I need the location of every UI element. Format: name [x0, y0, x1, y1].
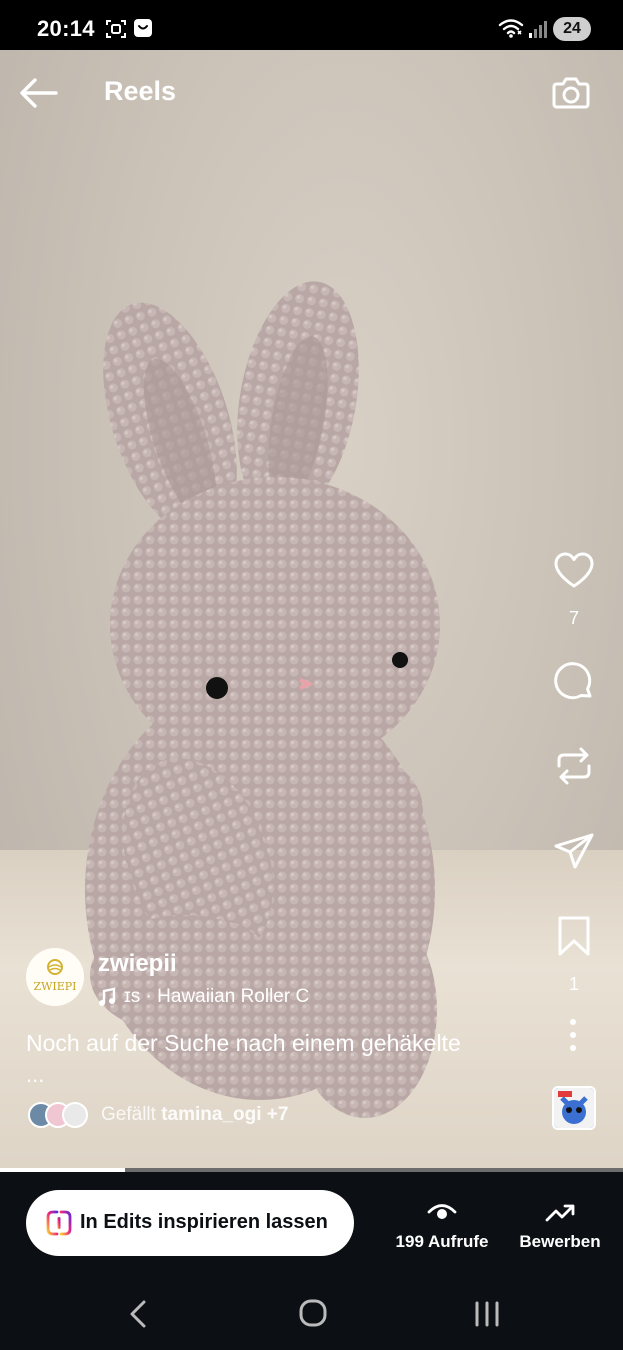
bookmark-icon[interactable]: [552, 914, 596, 958]
audio-track-label: ɪs · Hawaiian Roller C: [124, 986, 310, 1007]
reel-video[interactable]: [0, 50, 623, 1168]
profile-avatar[interactable]: ZWIEPI: [26, 948, 84, 1006]
liker-avatar: [62, 1102, 88, 1128]
eye-icon: [427, 1204, 457, 1219]
music-note-icon: [99, 987, 116, 1006]
status-bar: 20:14 24: [0, 0, 623, 50]
liked-by-prefix: Gefällt: [101, 1104, 156, 1125]
like-heart-icon[interactable]: [552, 548, 596, 592]
nav-recents-icon[interactable]: [472, 1300, 502, 1328]
views-stat[interactable]: 199 Aufrufe: [390, 1198, 494, 1252]
screenshot-icon: [106, 20, 126, 38]
wifi-icon: [498, 19, 524, 38]
audio-track[interactable]: ɪs · Hawaiian Roller C: [98, 986, 309, 1008]
nav-back-icon[interactable]: [124, 1298, 152, 1330]
boost-label: Bewerben: [519, 1232, 601, 1251]
system-navigation-bar: [0, 1280, 623, 1350]
camera-icon[interactable]: [551, 72, 591, 112]
more-options-icon[interactable]: [566, 1018, 580, 1052]
views-label: 199 Aufrufe: [395, 1232, 489, 1251]
edits-app-icon: [46, 1210, 72, 1236]
liked-by-user[interactable]: tamina_ogi: [161, 1104, 261, 1125]
edits-inspiration-button[interactable]: In Edits inspirieren lassen: [26, 1190, 354, 1256]
username[interactable]: zwiepii: [98, 950, 177, 978]
post-caption[interactable]: Noch auf der Suche nach einem gehäkelte: [26, 1028, 536, 1058]
share-send-icon[interactable]: [552, 830, 596, 874]
nav-home-icon[interactable]: [298, 1298, 328, 1328]
battery-indicator: 24: [553, 17, 591, 41]
status-time: 20:14: [37, 16, 95, 41]
saves-count: 1: [568, 974, 579, 994]
audio-thumbnail[interactable]: [552, 1086, 596, 1130]
trending-up-icon: [545, 1204, 575, 1222]
edits-button-label: In Edits inspirieren lassen: [80, 1211, 328, 1233]
liked-by-count: +7: [266, 1104, 289, 1125]
shopping-bag-icon: [134, 19, 152, 37]
likes-count: 7: [568, 608, 579, 628]
comment-icon[interactable]: [552, 660, 596, 704]
caption-more-ellipsis[interactable]: ...: [26, 1062, 44, 1088]
page-title: Reels: [104, 76, 177, 106]
zwiepi-logo: ZWIEPI: [27, 949, 83, 1005]
signal-icon: [529, 21, 547, 38]
back-arrow-icon[interactable]: [18, 76, 60, 110]
repost-icon[interactable]: [552, 744, 596, 788]
liked-by-text: Gefällt tamina_ogi +7: [101, 1104, 288, 1126]
boost-stat[interactable]: Bewerben: [512, 1198, 608, 1252]
liked-by-row[interactable]: Gefällt tamina_ogi +7: [28, 1102, 288, 1128]
audio-cover-art: [554, 1088, 594, 1128]
avatar-logo-text: ZWIEPI: [33, 980, 76, 993]
